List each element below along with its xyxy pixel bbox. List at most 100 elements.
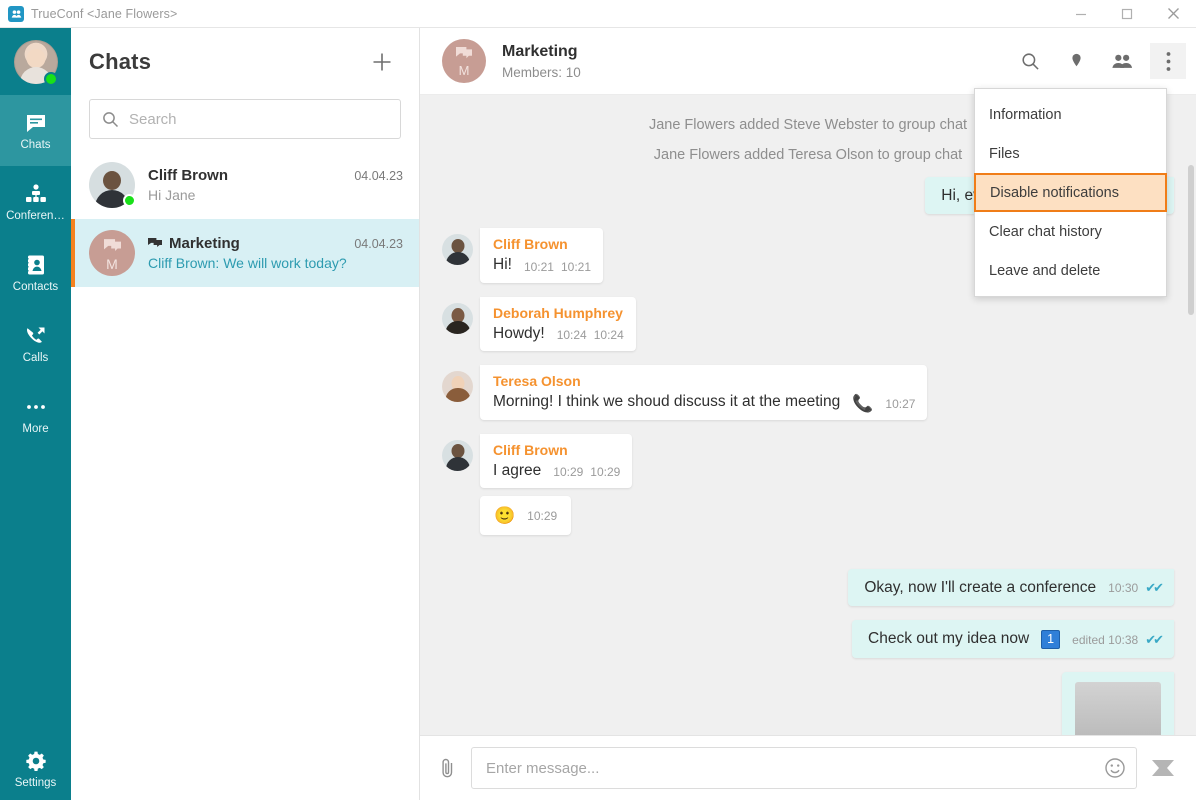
sender-name: Cliff Brown	[493, 236, 568, 253]
message-preview: Hi Jane	[148, 187, 196, 203]
menu-item-files[interactable]: Files	[975, 134, 1166, 173]
search-container	[71, 95, 419, 151]
message-bubble[interactable]: 🙂 10:29	[480, 495, 572, 535]
avatar-initial: M	[458, 62, 470, 78]
message-input[interactable]	[486, 759, 1104, 777]
message-line: Morning! I think we shoud discuss it at …	[493, 392, 915, 411]
menu-item-information[interactable]: Information	[975, 95, 1166, 134]
avatar	[89, 162, 136, 208]
group-avatar: M	[442, 39, 486, 83]
sender-name: Cliff Brown	[493, 441, 568, 458]
message-bubble-attachment[interactable]	[1062, 671, 1174, 735]
list-item-top-line: Cliff Brown 04.04.23	[148, 167, 403, 184]
group-chat-icon	[456, 46, 472, 64]
message-meta: 10:21 10:21	[524, 260, 591, 275]
calls-icon	[24, 324, 48, 348]
message-bubble[interactable]: Check out my idea now 1 edited 10:38 ✔✔	[852, 620, 1174, 658]
message-meta: 10:29 10:29	[553, 465, 620, 480]
message-text: Morning! I think we shoud discuss it at …	[493, 393, 841, 411]
send-icon[interactable]	[1151, 757, 1182, 779]
message-line: Check out my idea now 1 edited 10:38 ✔✔	[868, 629, 1164, 649]
message-row	[442, 671, 1174, 735]
message-row: Check out my idea now 1 edited 10:38 ✔✔	[442, 620, 1174, 658]
status-badge: 1	[1041, 629, 1061, 649]
pin-icon[interactable]	[1058, 43, 1094, 79]
sender-name: Teresa Olson	[493, 373, 581, 390]
menu-item-clear-chat-history[interactable]: Clear chat history	[975, 212, 1166, 251]
message-time: 10:21	[523, 259, 554, 274]
avatar	[442, 302, 473, 334]
sidebar-item-more[interactable]: More	[0, 379, 71, 450]
list-item-content: Marketing 04.04.23 Cliff Brown: We will …	[148, 235, 403, 271]
message-row: Cliff Brown I agree 10:29 10:29 🙂 10:29	[442, 433, 1174, 535]
window-controls	[1058, 0, 1196, 28]
read-receipt-icon: ✔✔	[1145, 580, 1164, 596]
sidebar-item-label: Calls	[22, 351, 49, 364]
contact-name: Cliff Brown	[148, 167, 228, 184]
rail-spacer	[0, 450, 71, 738]
list-item-content: Cliff Brown 04.04.23 Hi Jane	[148, 167, 403, 203]
message-meta: 10:24 10:24	[557, 328, 624, 343]
sidebar-item-conferences[interactable]: Conferen…	[0, 166, 71, 237]
message-text: Howdy!	[493, 324, 545, 342]
message-time: 10:30	[1108, 581, 1139, 596]
menu-item-disable-notifications[interactable]: Disable notifications	[974, 173, 1167, 212]
minimize-button[interactable]	[1058, 0, 1104, 28]
participants-icon[interactable]	[1104, 43, 1140, 79]
group-avatar: M	[89, 230, 135, 276]
online-status-dot	[44, 72, 58, 86]
message-bubble[interactable]: Deborah Humphrey Howdy! 10:24 10:24	[480, 296, 636, 352]
message-bubble[interactable]: Teresa Olson Morning! I think we shoud d…	[480, 365, 928, 420]
message-time: 10:29	[553, 464, 584, 479]
conversation-panel: M Marketing Members: 10 Jane Flowers add…	[420, 28, 1196, 800]
sidebar-item-calls[interactable]: Calls	[0, 308, 71, 379]
close-button[interactable]	[1150, 0, 1196, 28]
message-time-secondary: 10:29	[590, 464, 621, 479]
paperclip-icon[interactable]	[438, 757, 457, 779]
navigation-rail: Chats Conferen… Contacts Calls More Sett…	[0, 28, 71, 800]
sidebar-item-contacts[interactable]: Contacts	[0, 237, 71, 308]
list-item[interactable]: M Marketing 04.04.23 Cliff Brown: We wil…	[71, 219, 419, 287]
message-date: 04.04.23	[354, 237, 403, 251]
message-line: I agree 10:29 10:29	[493, 461, 620, 480]
message-edited-time: edited 10:38	[1072, 632, 1139, 647]
search-input[interactable]	[129, 110, 388, 128]
message-bubble[interactable]: Okay, now I'll create a conference 10:30…	[848, 568, 1174, 607]
message-group: Cliff Brown I agree 10:29 10:29 🙂 10:29	[480, 433, 633, 535]
smiley-icon[interactable]	[1104, 757, 1126, 779]
message-bubble[interactable]: Cliff Brown I agree 10:29 10:29	[480, 433, 633, 488]
message-bubble[interactable]: Cliff Brown Hi! 10:21 10:21	[480, 228, 604, 283]
message-input-wrapper[interactable]	[471, 747, 1137, 789]
list-item-top-line: Marketing 04.04.23	[148, 235, 403, 252]
page-title: Chats	[89, 48, 152, 74]
trueconf-window: TrueConf <Jane Flowers> Chats Conferen… …	[0, 0, 1196, 800]
user-avatar[interactable]	[0, 28, 71, 95]
list-item[interactable]: Cliff Brown 04.04.23 Hi Jane	[71, 151, 419, 219]
message-time-secondary: 10:24	[593, 328, 624, 343]
group-chat-icon	[103, 239, 121, 257]
sidebar-item-settings[interactable]: Settings	[0, 738, 71, 800]
message-text: Check out my idea now	[868, 630, 1030, 648]
maximize-button[interactable]	[1104, 0, 1150, 28]
sidebar-item-label: Conferen…	[6, 209, 65, 222]
group-indicator-icon	[148, 237, 162, 248]
kebab-menu-icon[interactable]	[1150, 43, 1186, 79]
app-body: Chats Conferen… Contacts Calls More Sett…	[0, 28, 1196, 800]
message-text: Okay, now I'll create a conference	[864, 578, 1097, 596]
search-box[interactable]	[89, 99, 401, 139]
sidebar-item-chats[interactable]: Chats	[0, 95, 71, 166]
scrollbar-thumb[interactable]	[1188, 165, 1194, 315]
message-text: Hi!	[493, 256, 512, 274]
gear-icon	[25, 749, 47, 773]
message-meta: 10:27	[885, 397, 915, 412]
message-preview: Cliff Brown: We will work today?	[148, 255, 347, 271]
trueconf-logo-icon	[8, 5, 24, 22]
menu-item-leave-and-delete[interactable]: Leave and delete	[975, 251, 1166, 290]
message-line: Hi! 10:21 10:21	[493, 255, 591, 274]
image-thumbnail[interactable]	[1075, 681, 1161, 735]
message-time: 10:27	[885, 396, 916, 411]
search-icon[interactable]	[1012, 43, 1048, 79]
plus-icon[interactable]	[367, 47, 397, 77]
avatar	[442, 371, 473, 403]
message-text: I agree	[493, 461, 542, 479]
